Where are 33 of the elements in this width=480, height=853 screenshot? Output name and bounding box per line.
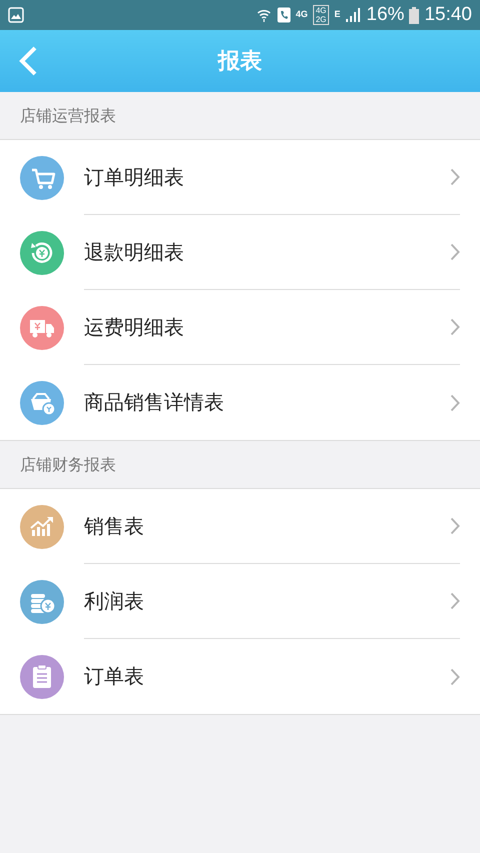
chevron-right-icon bbox=[450, 394, 460, 412]
wifi-icon bbox=[256, 7, 272, 23]
chevron-right-icon bbox=[450, 592, 460, 610]
item-label: 订单明细表 bbox=[84, 164, 184, 190]
report-list-item[interactable]: 运费明细表 bbox=[0, 290, 480, 365]
item-label: 订单表 bbox=[84, 663, 144, 690]
clock: 15:40 bbox=[424, 4, 472, 26]
chevron-right-icon bbox=[450, 668, 460, 686]
item-label: 商品销售详情表 bbox=[84, 389, 224, 416]
battery-icon bbox=[409, 6, 420, 24]
report-list-item[interactable]: 订单表 bbox=[0, 639, 480, 714]
item-label: 运费明细表 bbox=[84, 314, 184, 340]
chevron-right-icon bbox=[450, 168, 460, 186]
signal-icon bbox=[345, 7, 362, 23]
page-title: 报表 bbox=[216, 48, 263, 76]
item-label: 销售表 bbox=[84, 512, 144, 540]
chevron-right-icon bbox=[450, 517, 460, 535]
battery-percent: 16% bbox=[366, 4, 404, 26]
report-list-item[interactable]: 订单明细表 bbox=[0, 140, 480, 215]
report-list-item[interactable]: 销售表 bbox=[0, 489, 480, 564]
phone-icon bbox=[276, 7, 291, 23]
image-icon bbox=[8, 7, 24, 23]
report-list-item[interactable]: 退款明细表 bbox=[0, 215, 480, 290]
network-label: 4G bbox=[296, 9, 308, 19]
chevron-right-icon bbox=[450, 318, 460, 336]
network-label: 2G bbox=[316, 15, 326, 24]
item-label: 利润表 bbox=[84, 588, 144, 614]
item-label: 退款明细表 bbox=[84, 238, 184, 266]
report-list-item[interactable]: 利润表 bbox=[0, 564, 480, 639]
report-list-item[interactable]: 商品销售详情表 bbox=[0, 365, 480, 440]
network-label: 4G bbox=[316, 6, 326, 15]
network-label: E bbox=[334, 9, 340, 19]
chevron-right-icon bbox=[450, 243, 460, 261]
